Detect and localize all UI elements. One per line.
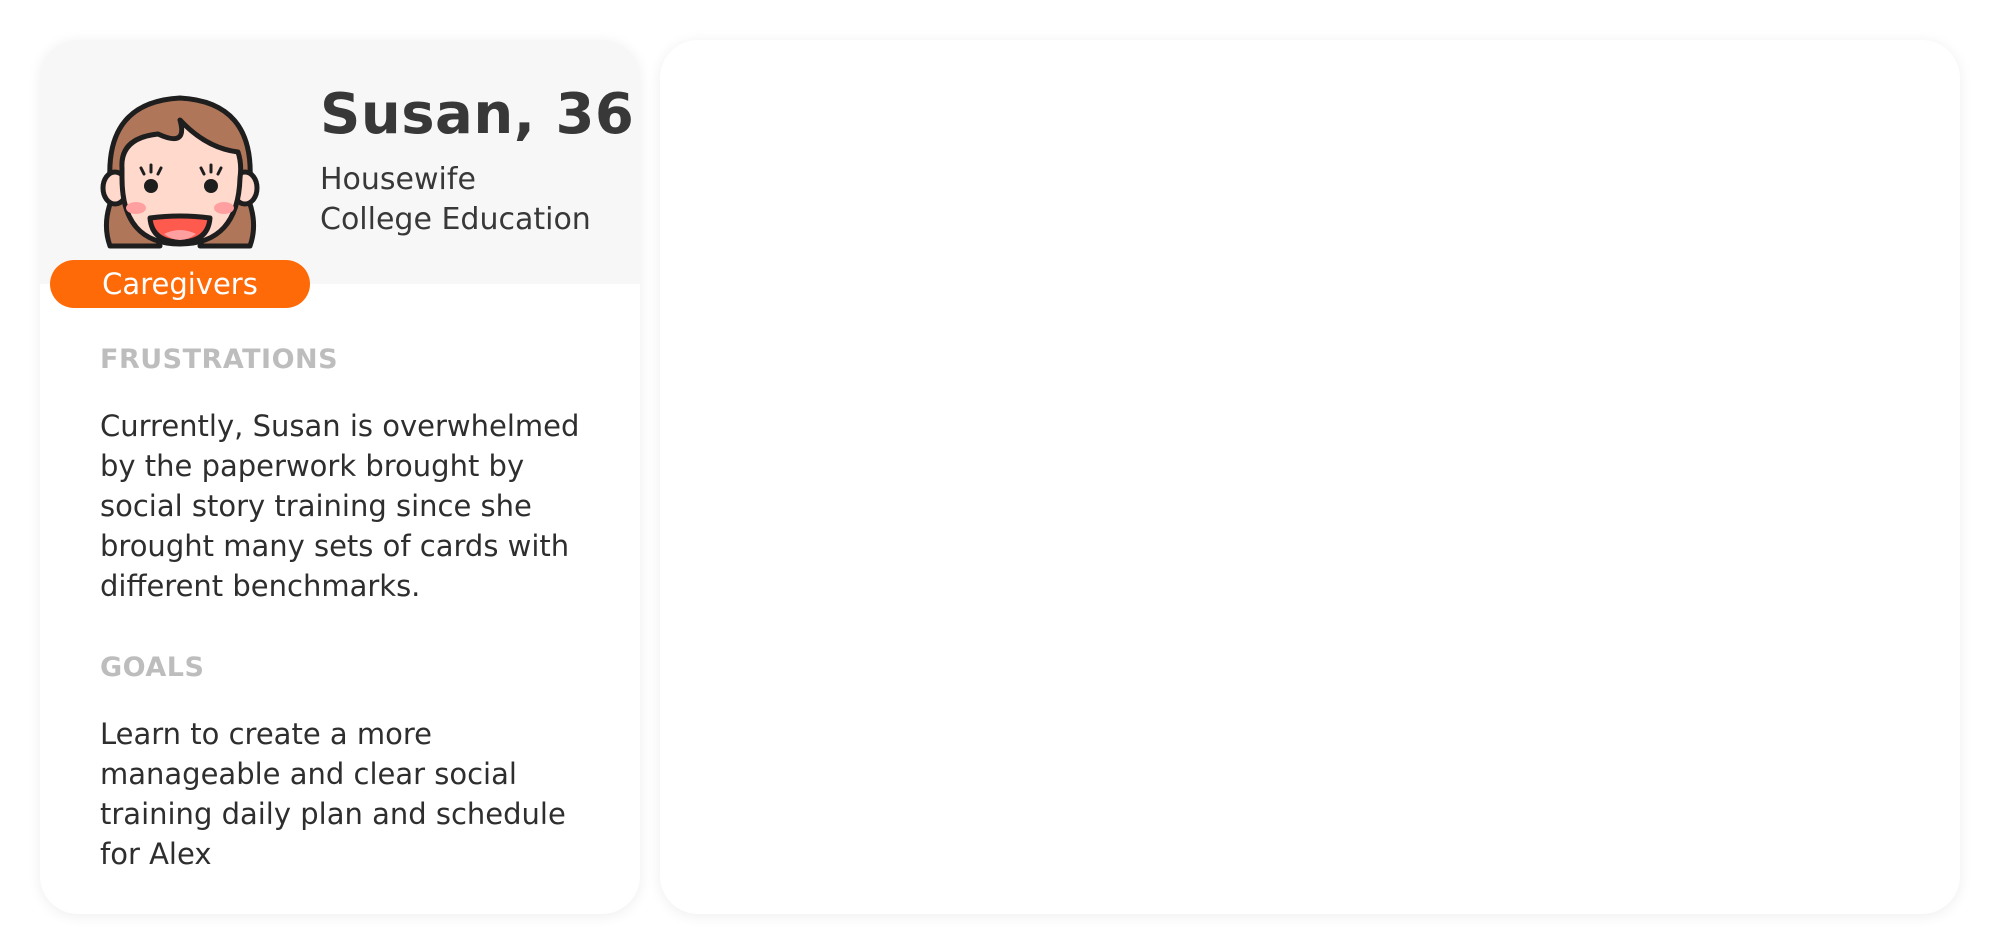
persona-name: Susan, 36 [320, 82, 635, 147]
frustrations-text: Currently, Susan is overwhelmed by the p… [100, 409, 580, 603]
goals-heading: GOALS [100, 652, 205, 683]
goals-text: Learn to create a more manageable and cl… [100, 717, 566, 871]
main-content-panel [660, 40, 1960, 914]
persona-education: College Education [320, 202, 591, 237]
frustrations-heading: FRUSTRATIONS [100, 344, 339, 375]
category-badge: Caregivers [50, 260, 310, 308]
persona-card: Susan, 36 Housewife College Education Ca… [40, 40, 640, 914]
persona-role: Housewife [320, 162, 476, 197]
girl-avatar-icon [100, 95, 260, 249]
